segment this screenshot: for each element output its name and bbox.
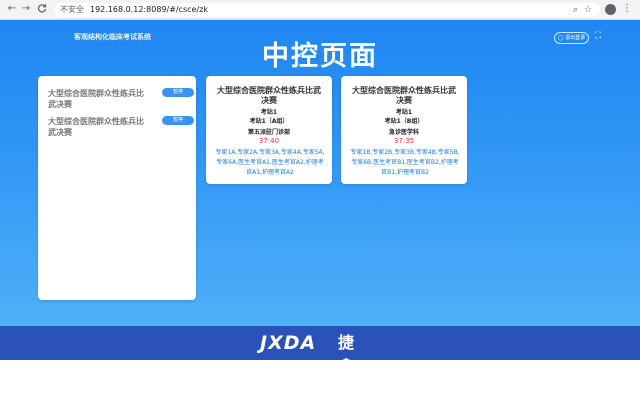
countdown-timer: 37:40 — [258, 137, 280, 145]
station-exam-title: 大型综合医院群众性练兵比武决赛 — [217, 86, 321, 105]
app-area: 客观结构化临床考试系统 中控页面 ◯ 退出登录 ⛶ 大型综合医院群众性练兵比武决… — [0, 20, 640, 326]
security-indicator[interactable]: 不安全 — [60, 3, 84, 17]
station-card[interactable]: 大型综合医院群众性练兵比武决赛 考站1 考站1（B组） 急诊医学科 37:35 … — [341, 76, 467, 184]
station-card[interactable]: 大型综合医院群众性练兵比武决赛 考站1 考站1（A组） 第五派驻门诊部 37:4… — [206, 76, 332, 184]
url-text[interactable]: 192.168.0.12:8089/#/csce/zk — [90, 3, 208, 17]
pause-button[interactable]: 暂停 — [162, 116, 194, 125]
forward-button[interactable]: → — [20, 3, 32, 15]
logout-button[interactable]: ◯ 退出登录 — [554, 32, 589, 44]
station-group: 考站1（A组） — [249, 118, 289, 125]
exam-list-panel: 大型综合医院群众性练兵比武决赛 暂停 大型综合医院群众性练兵比武决赛 暂停 — [38, 76, 196, 300]
countdown-timer: 37:35 — [393, 137, 415, 145]
exam-name: 大型综合医院群众性练兵比武决赛 — [48, 89, 144, 109]
back-button[interactable]: ← — [6, 3, 18, 15]
browser-toolbar: ← → 不安全 192.168.0.12:8089/#/csce/zk ⌕ ☆ … — [0, 0, 640, 20]
profile-icon[interactable] — [605, 4, 616, 15]
station-department: 第五派驻门诊部 — [247, 129, 290, 136]
station-name: 考站1 — [395, 109, 413, 116]
examiner-list: 专家1B,专家2B,专家3B,专家4B,专家5B,专家6B,医生考官B1,医生考… — [350, 149, 460, 176]
reload-icon — [37, 4, 47, 13]
reload-button[interactable] — [36, 3, 48, 15]
star-icon[interactable]: ☆ — [584, 3, 592, 17]
pause-button[interactable]: 暂停 — [162, 88, 194, 97]
station-group: 考站1（B组） — [384, 118, 424, 125]
station-exam-title: 大型综合医院群众性练兵比武决赛 — [352, 86, 456, 105]
station-department: 急诊医学科 — [388, 129, 419, 136]
station-name: 考站1 — [260, 109, 278, 116]
page-title: 中控页面 — [262, 41, 378, 72]
logo-text-en: JXDA — [260, 332, 317, 354]
fullscreen-icon[interactable]: ⛶ — [595, 31, 601, 41]
more-menu-icon[interactable]: ⋮ — [622, 3, 632, 15]
footer-banner: JXDA 捷鑫达 — [0, 326, 640, 400]
search-icon[interactable]: ⌕ — [573, 3, 578, 17]
examiner-list: 专家1A,专家2A,专家3A,专家4A,专家5A,专家6A,医生考官A1,医生考… — [215, 149, 325, 176]
logo-text-cn: 捷鑫达 — [338, 333, 355, 400]
address-bar[interactable]: 不安全 192.168.0.12:8089/#/csce/zk ⌕ ☆ — [54, 3, 600, 17]
exam-name: 大型综合医院群众性练兵比武决赛 — [48, 117, 144, 137]
